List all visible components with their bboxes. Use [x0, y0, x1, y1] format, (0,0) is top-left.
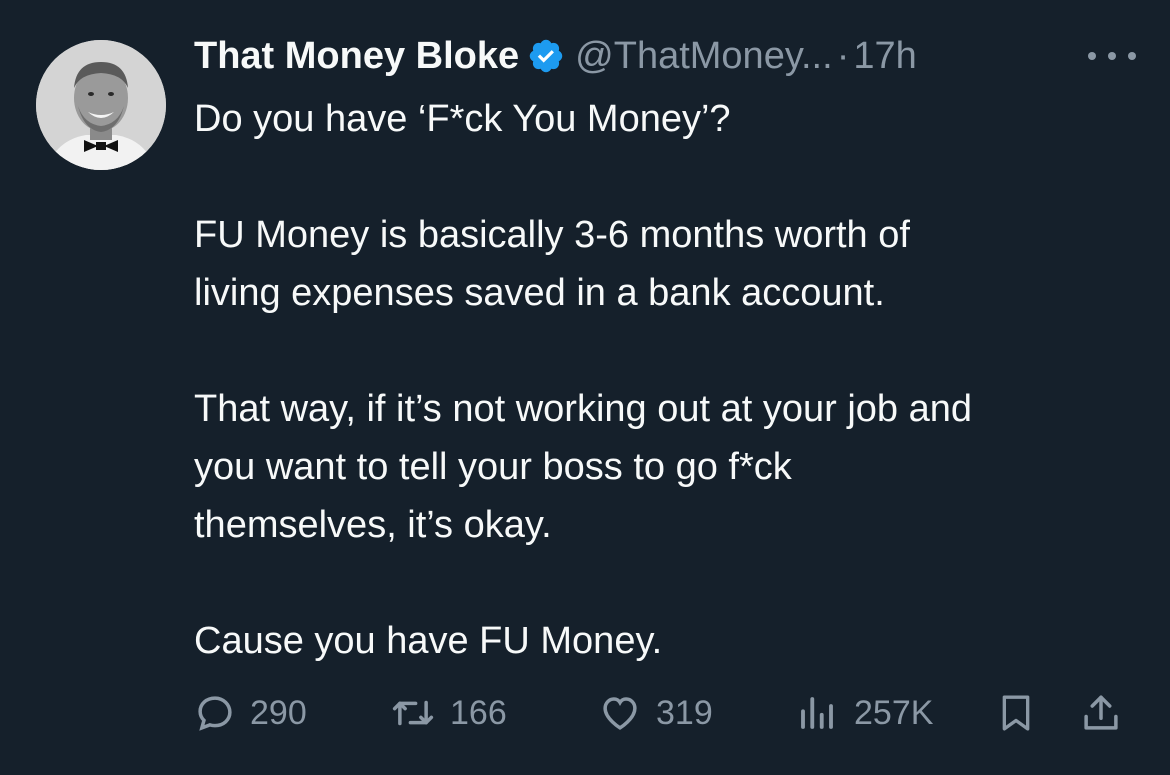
- more-dots-icon[interactable]: [1088, 40, 1136, 72]
- retweet-count: 166: [450, 693, 507, 732]
- like-button[interactable]: 319: [598, 688, 713, 738]
- tweet-line: Cause you have FU Money.: [194, 620, 663, 662]
- tweet-line: FU Money is basically 3-6 months worth o…: [194, 214, 910, 256]
- timestamp[interactable]: 17h: [853, 32, 916, 80]
- tweet-header: That Money Bloke @ThatMoney... · 17h: [194, 32, 917, 80]
- views-count: 257K: [854, 693, 934, 732]
- bookmark-button[interactable]: [996, 688, 1036, 738]
- tweet-line: living expenses saved in a bank account.: [194, 272, 885, 314]
- verified-badge-icon: [527, 37, 565, 75]
- action-bar: 290 166 319 257K: [194, 688, 1134, 738]
- author-name[interactable]: That Money Bloke: [194, 32, 519, 80]
- retweet-button[interactable]: 166: [390, 688, 507, 738]
- views-button[interactable]: 257K: [794, 688, 933, 738]
- author-handle[interactable]: @ThatMoney...: [575, 32, 833, 80]
- reply-bubble-icon: [194, 692, 236, 734]
- share-button[interactable]: [1080, 688, 1122, 738]
- share-upload-icon: [1080, 691, 1122, 735]
- retweet-icon: [390, 692, 436, 734]
- avatar[interactable]: [36, 40, 166, 170]
- separator-dot: ·: [836, 35, 850, 77]
- views-bar-chart-icon: [794, 692, 840, 734]
- tweet-line: That way, if it’s not working out at you…: [194, 388, 972, 430]
- tweet-line: you want to tell your boss to go f*ck: [194, 446, 792, 488]
- heart-icon: [598, 692, 642, 734]
- reply-count: 290: [250, 693, 307, 732]
- tweet-line: themselves, it’s okay.: [194, 504, 552, 546]
- bookmark-icon: [996, 691, 1036, 735]
- avatar-photo: [36, 40, 166, 170]
- reply-button[interactable]: 290: [194, 688, 307, 738]
- like-count: 319: [656, 693, 713, 732]
- tweet-text: Do you have ‘F*ck You Money’? FU Money i…: [194, 90, 1154, 670]
- tweet-line: Do you have ‘F*ck You Money’?: [194, 98, 731, 140]
